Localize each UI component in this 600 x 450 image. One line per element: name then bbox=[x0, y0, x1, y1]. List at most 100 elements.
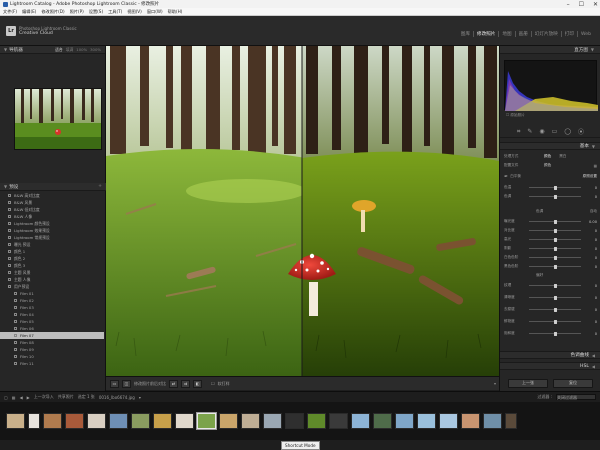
spot-removal-icon[interactable]: ✎ bbox=[527, 128, 532, 135]
slider-knob[interactable] bbox=[553, 194, 557, 199]
menu-tools[interactable]: 工具(T) bbox=[108, 9, 122, 15]
preset-item[interactable]: Film 11 bbox=[0, 360, 104, 367]
graduated-filter-icon[interactable]: ▭ bbox=[552, 128, 558, 135]
slider-value[interactable]: 0 bbox=[587, 186, 597, 190]
preset-item[interactable]: Film 02 bbox=[0, 297, 104, 304]
filmstrip-thumbnail[interactable] bbox=[285, 413, 304, 429]
previous-button[interactable]: 上一张 bbox=[508, 378, 548, 388]
slider-value[interactable]: 0 bbox=[587, 256, 597, 260]
slider-value[interactable]: 0 bbox=[587, 308, 597, 312]
slider-knob[interactable] bbox=[553, 228, 557, 233]
preset-item[interactable]: B&W 人像 bbox=[0, 213, 104, 220]
filmstrip-thumbnail[interactable] bbox=[65, 413, 84, 429]
reset-button[interactable]: 复位 bbox=[553, 378, 593, 388]
filmstrip-thumbnail[interactable] bbox=[43, 413, 62, 429]
slider-knob[interactable] bbox=[553, 307, 557, 312]
hsl-header[interactable]: HSL ◀ bbox=[500, 362, 600, 370]
menu-help[interactable]: 帮助(H) bbox=[168, 9, 183, 15]
zoom-fit[interactable]: 适合 bbox=[55, 47, 63, 53]
menu-file[interactable]: 文件(F) bbox=[3, 9, 17, 15]
filmstrip-source[interactable]: 上一次导入 bbox=[34, 394, 54, 400]
filmstrip-view-1-icon[interactable]: ▢ bbox=[4, 395, 8, 400]
filmstrip-thumbnail[interactable] bbox=[505, 413, 517, 429]
preset-item[interactable]: Lightroom 颜色预设 bbox=[0, 220, 104, 227]
filmstrip-thumbnail[interactable] bbox=[109, 413, 128, 429]
preset-item[interactable]: 用户预设 bbox=[0, 283, 104, 290]
slider-value[interactable]: 0 bbox=[587, 229, 597, 233]
filmstrip-thumbnail[interactable] bbox=[87, 413, 106, 429]
zoom-fill[interactable]: 填满 bbox=[66, 47, 74, 53]
toolbar-menu-icon[interactable]: ▾ bbox=[494, 381, 496, 386]
slider-value[interactable]: 0 bbox=[587, 332, 597, 336]
swap-before-after-icon[interactable]: ⇄ bbox=[169, 379, 178, 388]
preset-item[interactable]: 颜色 1 bbox=[0, 248, 104, 255]
slider-track[interactable] bbox=[529, 331, 581, 336]
slider-track[interactable] bbox=[529, 255, 581, 260]
slider-track[interactable] bbox=[529, 307, 581, 312]
menu-settings[interactable]: 设置(S) bbox=[89, 9, 103, 15]
slider-track[interactable] bbox=[529, 194, 581, 199]
slider-value[interactable]: 0 bbox=[587, 265, 597, 269]
redeye-icon[interactable]: ◉ bbox=[539, 128, 544, 135]
module-web[interactable]: Web bbox=[578, 32, 594, 37]
loupe-view-icon[interactable]: ▭ bbox=[110, 379, 119, 388]
histogram-header[interactable]: 直方图 ▼ bbox=[500, 46, 600, 54]
copy-before-after-icon[interactable]: ⇉ bbox=[181, 379, 190, 388]
preset-item[interactable]: B&W 低对比度 bbox=[0, 206, 104, 213]
main-photo-view[interactable] bbox=[106, 46, 499, 376]
slider-knob[interactable] bbox=[553, 295, 557, 300]
module-book[interactable]: 画册 bbox=[516, 31, 532, 37]
preset-item[interactable]: Lightroom 效果预设 bbox=[0, 227, 104, 234]
filmstrip-view-2-icon[interactable]: ▦ bbox=[12, 395, 16, 400]
preset-item[interactable]: Film 09 bbox=[0, 346, 104, 353]
slider-track[interactable] bbox=[529, 228, 581, 233]
treatment-color[interactable]: 颜色 bbox=[544, 154, 551, 159]
slider-value[interactable]: 0 bbox=[587, 296, 597, 300]
menu-window[interactable]: 窗口(W) bbox=[147, 9, 163, 15]
preset-item[interactable]: Film 05 bbox=[0, 318, 104, 325]
slider-track[interactable] bbox=[529, 264, 581, 269]
filmstrip-thumbnail[interactable] bbox=[395, 413, 414, 429]
preset-item[interactable]: Film 03 bbox=[0, 304, 104, 311]
slider-value[interactable]: 0 bbox=[587, 320, 597, 324]
slider-knob[interactable] bbox=[553, 246, 557, 251]
module-map[interactable]: 地图 bbox=[499, 31, 516, 37]
filmstrip-thumbnail[interactable] bbox=[439, 413, 458, 429]
wb-select[interactable]: 原照设置 bbox=[583, 174, 597, 179]
menu-edit[interactable]: 编辑(E) bbox=[22, 9, 36, 15]
preset-item[interactable]: Film 08 bbox=[0, 339, 104, 346]
filmstrip-thumbnail[interactable] bbox=[263, 413, 282, 429]
filmstrip-thumbnail[interactable] bbox=[351, 413, 370, 429]
soft-proofing-checkbox[interactable]: ☐ bbox=[211, 381, 215, 386]
preset-item[interactable]: Film 01 bbox=[0, 290, 104, 297]
presets-header[interactable]: ▼ 预设 + bbox=[0, 183, 106, 191]
original-photo-checkbox[interactable]: ☐ bbox=[506, 113, 509, 117]
histogram[interactable] bbox=[504, 60, 598, 111]
forward-arrow-icon[interactable]: ▶ bbox=[27, 395, 30, 400]
slider-value[interactable]: 0 bbox=[587, 247, 597, 251]
wb-eyedropper-icon[interactable]: ✒ bbox=[504, 174, 508, 180]
slider-knob[interactable] bbox=[553, 283, 557, 288]
chevron-down-icon[interactable]: ▾ bbox=[139, 395, 141, 400]
slider-track[interactable] bbox=[529, 219, 581, 224]
slider-track[interactable] bbox=[529, 185, 581, 190]
slider-value[interactable]: 0.00 bbox=[587, 220, 597, 224]
slider-track[interactable] bbox=[529, 246, 581, 251]
preset-item[interactable]: B&W 高对比度 bbox=[0, 192, 104, 199]
filmstrip-thumbnail[interactable] bbox=[219, 413, 238, 429]
preset-item[interactable]: B&W 风景 bbox=[0, 199, 104, 206]
preset-item[interactable]: 颜色 3 bbox=[0, 262, 104, 269]
slider-knob[interactable] bbox=[553, 331, 557, 336]
slider-track[interactable] bbox=[529, 237, 581, 242]
slider-knob[interactable] bbox=[553, 255, 557, 260]
slider-knob[interactable] bbox=[553, 185, 557, 190]
filmstrip-thumbnail[interactable] bbox=[483, 413, 502, 429]
preset-item[interactable]: 主题 风景 bbox=[0, 269, 104, 276]
preset-item[interactable]: 曝光 预设 bbox=[0, 241, 104, 248]
filmstrip-thumbnail[interactable] bbox=[307, 413, 326, 429]
zoom-100[interactable]: 100% bbox=[76, 47, 87, 53]
filmstrip-thumbnail[interactable] bbox=[461, 413, 480, 429]
module-library[interactable]: 图库 bbox=[458, 31, 474, 37]
profile-select[interactable]: 颜色 bbox=[544, 163, 551, 168]
slider-knob[interactable] bbox=[553, 219, 557, 224]
